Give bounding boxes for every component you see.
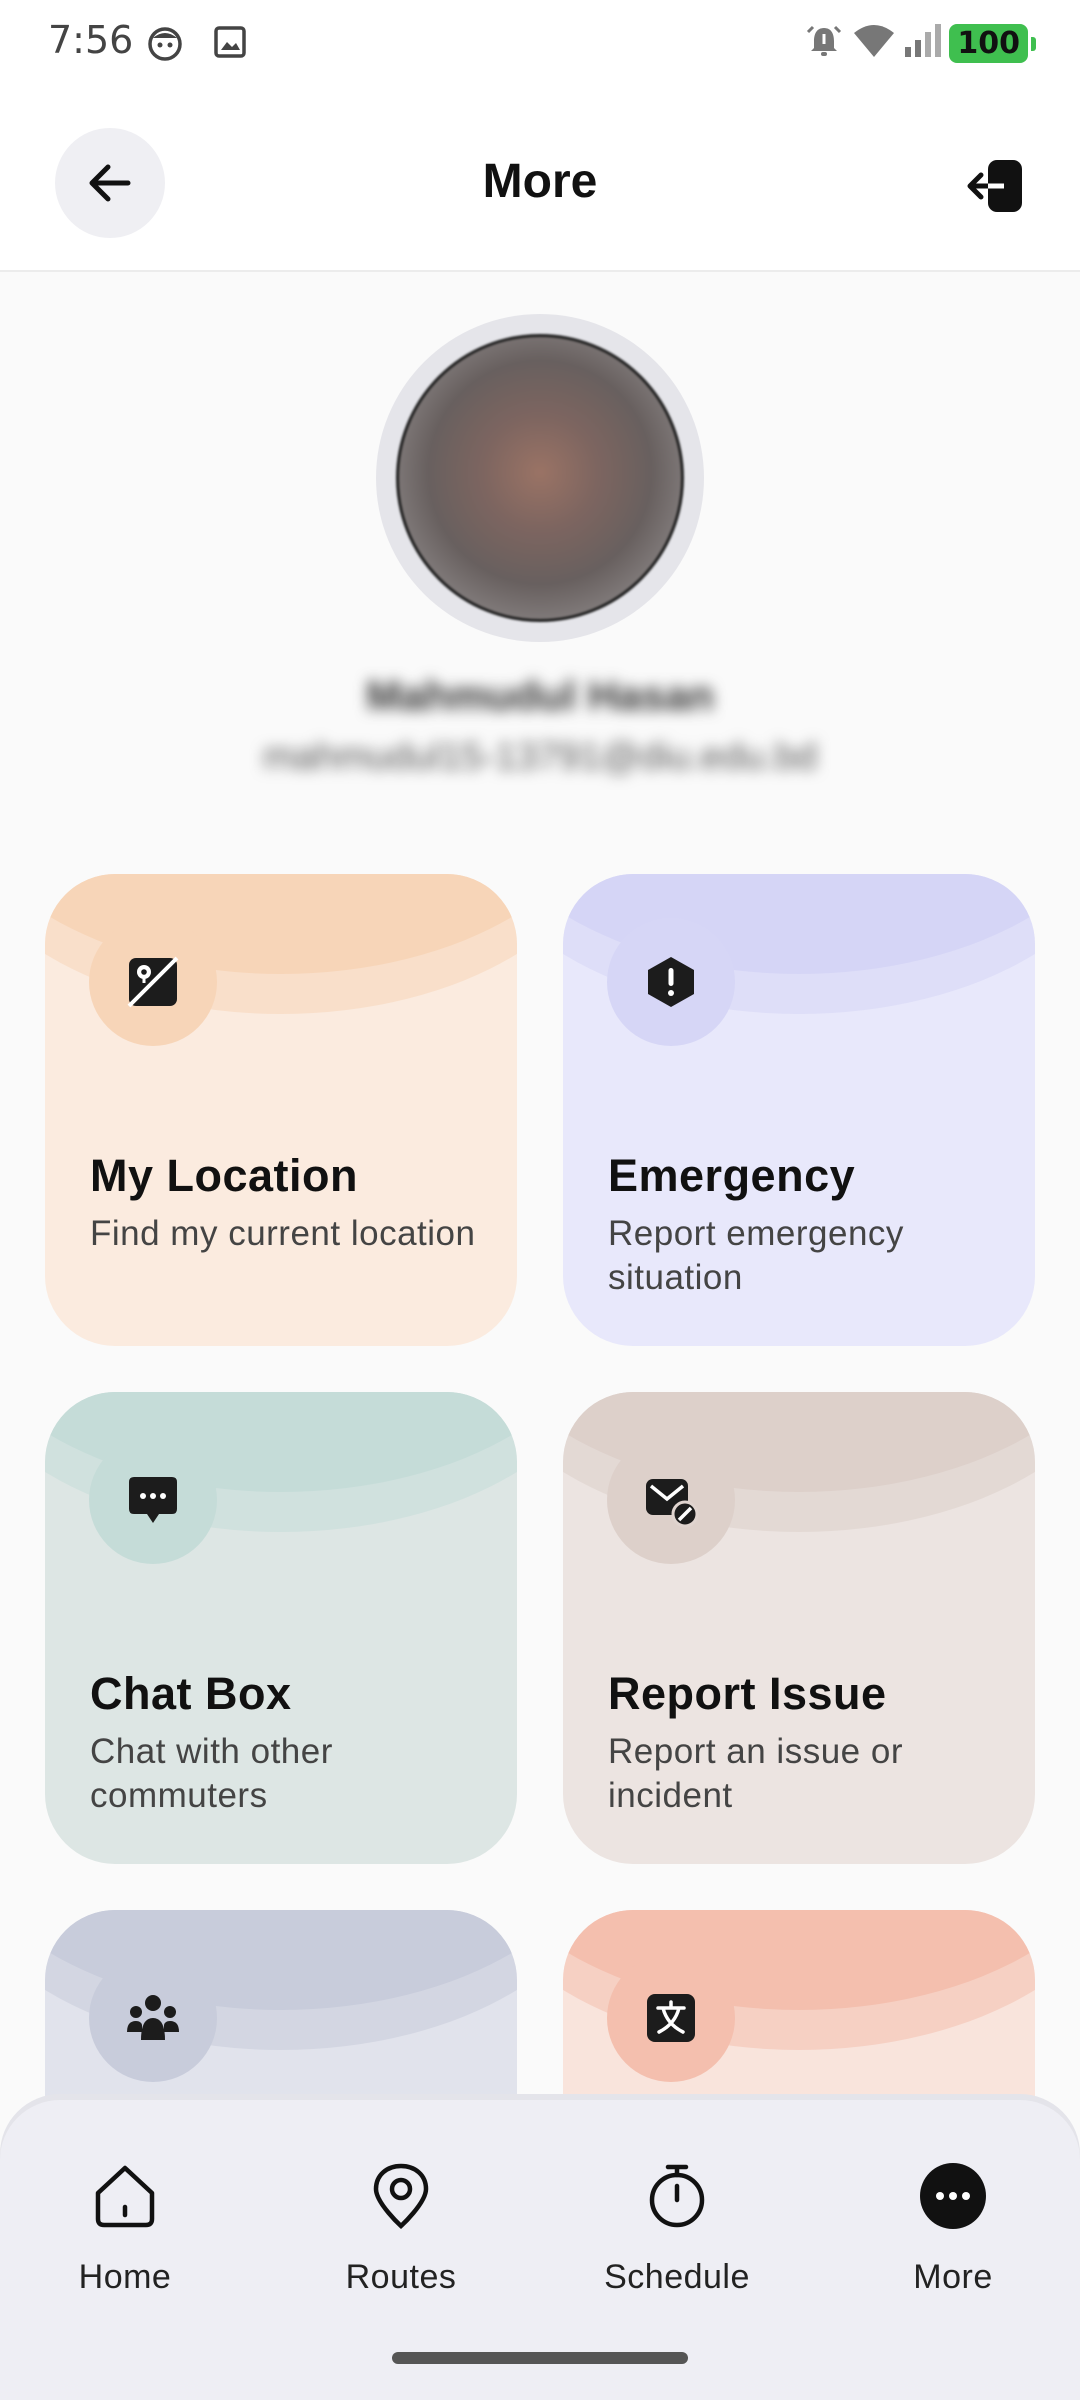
card-description: Find my current location [90, 1214, 476, 1253]
alert-hexagon-icon [648, 957, 694, 1007]
card-report-issue[interactable]: Report Issue Report an issue or incident [563, 1392, 1035, 1864]
nav-label: Routes [345, 2258, 457, 2296]
card-chat-box[interactable]: Chat Box Chat with other commuters [45, 1392, 517, 1864]
battery-icon: 100 [949, 24, 1036, 63]
card-title: My Location [90, 1150, 359, 1201]
translate-icon [647, 1994, 695, 2042]
card-icon-bg [89, 918, 217, 1046]
logout-icon [967, 160, 1022, 212]
signal-icon [903, 21, 943, 66]
location-map-icon [127, 956, 179, 1008]
image-icon [212, 24, 248, 67]
bottom-navigation: Home Routes Schedule More [0, 2100, 1080, 2400]
status-time: 7:56 [48, 18, 134, 62]
nav-item-more[interactable]: More [843, 2158, 1063, 2297]
card-title: Emergency [608, 1150, 856, 1201]
card-my-location[interactable]: My Location Find my current location [45, 874, 517, 1346]
report-envelope-icon [646, 1479, 699, 1528]
nav-item-schedule[interactable]: Schedule [567, 2158, 787, 2297]
avatar-ring [376, 314, 704, 642]
community-icon [127, 1995, 179, 2040]
page-title: More [482, 155, 598, 208]
alarm-icon [803, 20, 845, 67]
nav-label: Schedule [604, 2258, 750, 2296]
profile-email: mahmudul15-13791@diu.edu.bd [262, 736, 818, 778]
chat-bubble-icon [129, 1477, 177, 1523]
status-bar: 7:56 100 [0, 0, 1080, 84]
nav-item-home[interactable]: Home [15, 2158, 235, 2297]
card-icon-bg [607, 918, 735, 1046]
card-icon-bg [607, 1954, 735, 2082]
card-icon-bg [89, 1436, 217, 1564]
stopwatch-icon [649, 2164, 705, 2228]
more-dots-icon [920, 2163, 986, 2229]
card-icon-bg [89, 1954, 217, 2082]
card-description: Chat with other commuters [90, 1732, 333, 1815]
nav-label: Home [78, 2258, 172, 2296]
status-system-icons: 100 [803, 20, 1036, 67]
home-indicator[interactable] [392, 2352, 688, 2364]
home-icon [95, 2165, 155, 2228]
app-header: More [0, 84, 1080, 272]
feature-grid: My Location Find my current location Eme… [45, 874, 1035, 2096]
face-icon [146, 24, 184, 67]
card-translate[interactable] [563, 1910, 1035, 2096]
card-title: Chat Box [90, 1668, 292, 1719]
avatar[interactable] [396, 334, 684, 622]
wifi-icon [851, 21, 897, 66]
profile-name: Mahmudul Hasan [366, 672, 714, 719]
card-community[interactable] [45, 1910, 517, 2096]
nav-label: More [913, 2258, 993, 2296]
logout-button[interactable] [960, 150, 1032, 222]
status-notification-icons [146, 24, 248, 67]
card-description: Report emergency situation [608, 1214, 904, 1297]
nav-item-routes[interactable]: Routes [291, 2158, 511, 2297]
card-title: Report Issue [608, 1668, 887, 1719]
card-description: Report an issue or incident [608, 1732, 903, 1815]
card-icon-bg [607, 1436, 735, 1564]
card-emergency[interactable]: Emergency Report emergency situation [563, 874, 1035, 1346]
location-pin-icon [373, 2163, 429, 2230]
